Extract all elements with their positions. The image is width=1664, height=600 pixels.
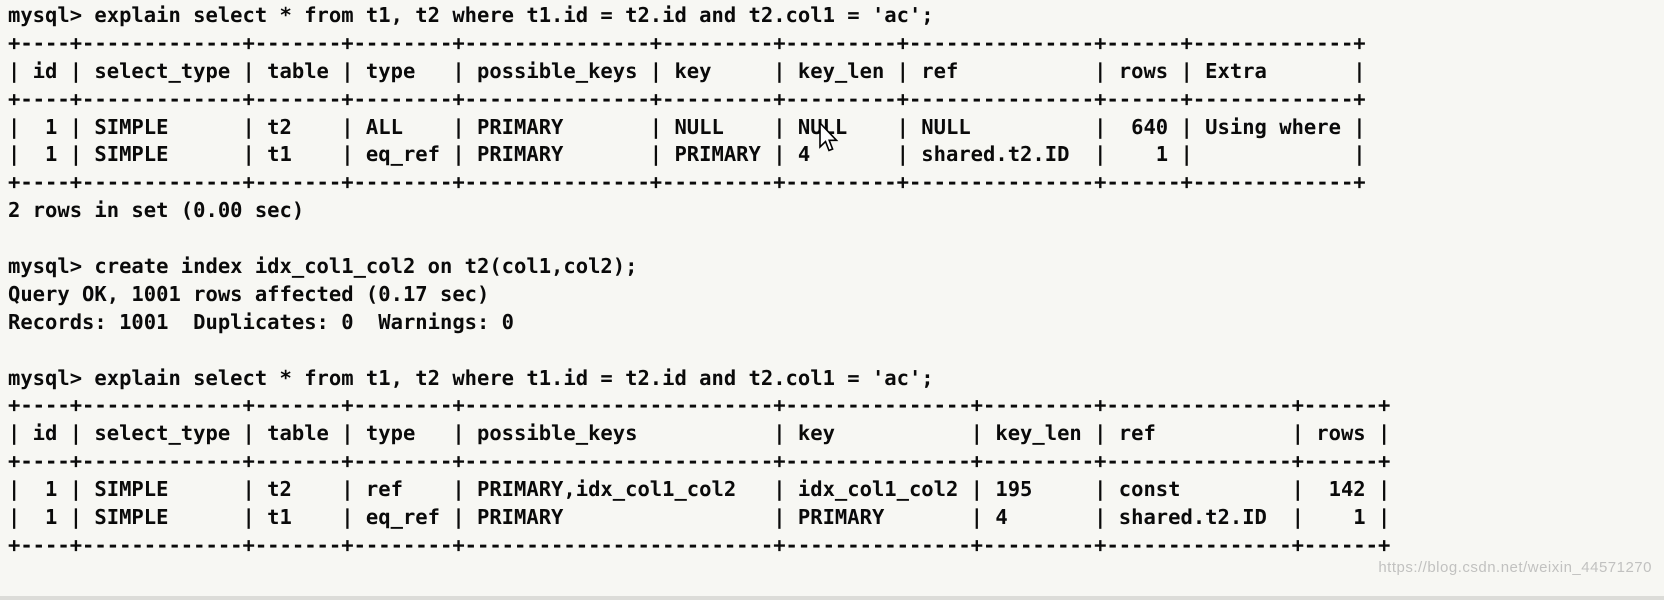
table-row: | 1 | SIMPLE | t1 | eq_ref | PRIMARY | P… [8, 505, 1391, 530]
bottom-edge-strip [0, 596, 1664, 600]
table-separator: +----+-------------+-------+--------+---… [8, 170, 1366, 195]
table-separator: +----+-------------+-------+--------+---… [8, 393, 1391, 418]
table-header-row: | id | select_type | table | type | poss… [8, 421, 1391, 446]
output-line: Query OK, 1001 rows affected (0.17 sec) [8, 281, 490, 306]
table-row: | 1 | SIMPLE | t2 | ref | PRIMARY,idx_co… [8, 477, 1391, 502]
table-row: | 1 | SIMPLE | t2 | ALL | PRIMARY | NULL… [8, 114, 1366, 139]
terminal-output: mysql> explain select * from t1, t2 wher… [8, 2, 1664, 560]
watermark: https://blog.csdn.net/weixin_44571270 [1378, 559, 1652, 576]
table-separator: +----+-------------+-------+--------+---… [8, 449, 1391, 474]
table-separator: +----+-------------+-------+--------+---… [8, 86, 1366, 111]
command-line: mysql> explain select * from t1, t2 wher… [8, 3, 934, 27]
table-separator: +----+-------------+-------+--------+---… [8, 30, 1366, 55]
output-line: Records: 1001 Duplicates: 0 Warnings: 0 [8, 309, 515, 334]
command-line: mysql> create index idx_col1_col2 on t2(… [8, 254, 638, 279]
status-line: 2 rows in set (0.00 sec) [8, 198, 305, 223]
table-separator: +----+-------------+-------+--------+---… [8, 532, 1391, 557]
table-row: | 1 | SIMPLE | t1 | eq_ref | PRIMARY | P… [8, 142, 1366, 167]
command-line: mysql> explain select * from t1, t2 wher… [8, 365, 934, 390]
table-header-row: | id | select_type | table | type | poss… [8, 58, 1366, 83]
